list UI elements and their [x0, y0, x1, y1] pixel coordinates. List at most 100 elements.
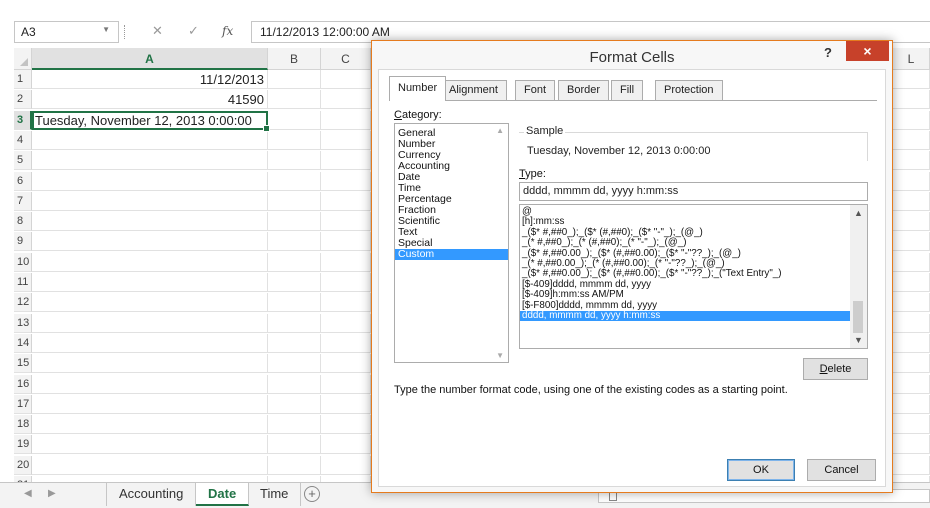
chevron-down-icon[interactable]: ▼: [102, 25, 110, 34]
cell-l15[interactable]: [893, 354, 930, 374]
check-icon[interactable]: ✓: [188, 23, 199, 39]
cell-b6[interactable]: [268, 171, 321, 191]
cell-l17[interactable]: [893, 394, 930, 414]
dialog-titlebar[interactable]: Format Cells ? ×: [372, 41, 892, 69]
cell-b15[interactable]: [268, 354, 321, 374]
cell-c12[interactable]: [321, 293, 371, 313]
row-header[interactable]: 1: [14, 70, 32, 89]
add-sheet-icon[interactable]: +: [304, 486, 320, 502]
cell-l12[interactable]: [893, 293, 930, 313]
cell-l14[interactable]: [893, 333, 930, 353]
cell-a18[interactable]: [32, 415, 268, 435]
chevron-down-icon[interactable]: ▼: [496, 351, 504, 360]
type-list[interactable]: @ [h]:mm:ss _($* #,##0_);_($* (#,##0);_($*…: [519, 204, 868, 349]
name-box[interactable]: A3 ▼: [14, 21, 119, 43]
column-header-a[interactable]: A: [32, 48, 268, 70]
cell-c16[interactable]: [321, 374, 371, 394]
tab-font[interactable]: Font: [515, 80, 556, 100]
cell-a8[interactable]: [32, 212, 268, 232]
cell-c20[interactable]: [321, 455, 371, 475]
scroll-left-icon[interactable]: ◀: [24, 488, 32, 499]
cell-b17[interactable]: [268, 394, 321, 414]
cell-c9[interactable]: [321, 232, 371, 252]
row-header[interactable]: 12: [14, 293, 32, 313]
column-header-b[interactable]: B: [268, 48, 321, 70]
row-header[interactable]: 8: [14, 212, 32, 232]
row-header[interactable]: 15: [14, 354, 32, 374]
close-button[interactable]: ×: [846, 41, 889, 61]
row-header[interactable]: 3: [14, 110, 32, 130]
cell-c11[interactable]: [321, 273, 371, 292]
cell-l18[interactable]: [893, 415, 930, 435]
sheet-tab-date[interactable]: Date: [196, 483, 250, 506]
cell-l9[interactable]: [893, 232, 930, 252]
row-header[interactable]: 14: [14, 333, 32, 353]
cell-c8[interactable]: [321, 212, 371, 232]
row-header[interactable]: 13: [14, 313, 32, 333]
category-item[interactable]: Custom: [395, 249, 508, 260]
cell-a20[interactable]: [32, 455, 268, 475]
category-list[interactable]: General Number Currency Accounting Date Time P…: [394, 123, 509, 363]
cell-a5[interactable]: [32, 151, 268, 171]
ok-button[interactable]: OK: [727, 459, 795, 481]
row-header[interactable]: 18: [14, 415, 32, 435]
cancel-button[interactable]: Cancel: [807, 459, 876, 481]
cell-a10[interactable]: [32, 252, 268, 272]
cell-c2[interactable]: [321, 90, 371, 110]
scroll-right-icon[interactable]: ▶: [48, 488, 56, 499]
cell-a1[interactable]: 11/12/2013: [32, 70, 268, 89]
row-header[interactable]: 6: [14, 171, 32, 191]
column-header-l[interactable]: L: [893, 48, 930, 70]
cell-b14[interactable]: [268, 333, 321, 353]
type-input[interactable]: dddd, mmmm dd, yyyy h:mm:ss: [519, 182, 868, 201]
column-header-c[interactable]: C: [321, 48, 371, 70]
cancel-icon[interactable]: ✕: [152, 23, 163, 39]
scrollbar-thumb[interactable]: [853, 301, 863, 333]
cell-l5[interactable]: [893, 151, 930, 171]
row-header[interactable]: 17: [14, 394, 32, 414]
sheet-tab-accounting[interactable]: Accounting: [106, 483, 197, 506]
cell-c13[interactable]: [321, 313, 371, 333]
cell-a7[interactable]: [32, 191, 268, 211]
sheet-tab-time[interactable]: Time: [248, 483, 302, 506]
cell-a2[interactable]: 41590: [32, 90, 268, 110]
cell-c10[interactable]: [321, 252, 371, 272]
cell-b5[interactable]: [268, 151, 321, 171]
cell-l1[interactable]: [893, 70, 930, 89]
cell-a14[interactable]: [32, 333, 268, 353]
cell-b19[interactable]: [268, 435, 321, 455]
chevron-up-icon[interactable]: ▲: [854, 208, 863, 218]
tab-border[interactable]: Border: [558, 80, 610, 100]
cell-c7[interactable]: [321, 191, 371, 211]
delete-button[interactable]: Delete: [803, 358, 868, 380]
cell-c5[interactable]: [321, 151, 371, 171]
cell-a11[interactable]: [32, 273, 268, 292]
cell-b2[interactable]: [268, 90, 321, 110]
tab-protection[interactable]: Protection: [655, 80, 723, 100]
cell-b18[interactable]: [268, 415, 321, 435]
cell-c18[interactable]: [321, 415, 371, 435]
cell-l11[interactable]: [893, 273, 930, 292]
tab-alignment[interactable]: Alignment: [440, 80, 507, 100]
cell-c19[interactable]: [321, 435, 371, 455]
cell-a16[interactable]: [32, 374, 268, 394]
row-header[interactable]: 10: [14, 252, 32, 272]
cell-l13[interactable]: [893, 313, 930, 333]
cell-b10[interactable]: [268, 252, 321, 272]
row-header[interactable]: 20: [14, 455, 32, 475]
type-item[interactable]: [$-409]h:mm:ss AM/PM: [520, 289, 867, 300]
tab-fill[interactable]: Fill: [611, 80, 644, 100]
cell-a6[interactable]: [32, 171, 268, 191]
cell-a4[interactable]: [32, 130, 268, 150]
cell-c14[interactable]: [321, 333, 371, 353]
cell-a13[interactable]: [32, 313, 268, 333]
cell-c3[interactable]: [321, 110, 371, 130]
row-header[interactable]: 19: [14, 435, 32, 455]
cell-b12[interactable]: [268, 293, 321, 313]
cell-a12[interactable]: [32, 293, 268, 313]
type-item[interactable]: _(* #,##0_);_(* (#,##0);_(* "-"_);_(@_): [520, 237, 867, 248]
cell-a3[interactable]: Tuesday, November 12, 2013 0:00:00: [32, 110, 270, 132]
row-header[interactable]: 2: [14, 90, 32, 110]
cell-b9[interactable]: [268, 232, 321, 252]
cell-l2[interactable]: [893, 90, 930, 110]
